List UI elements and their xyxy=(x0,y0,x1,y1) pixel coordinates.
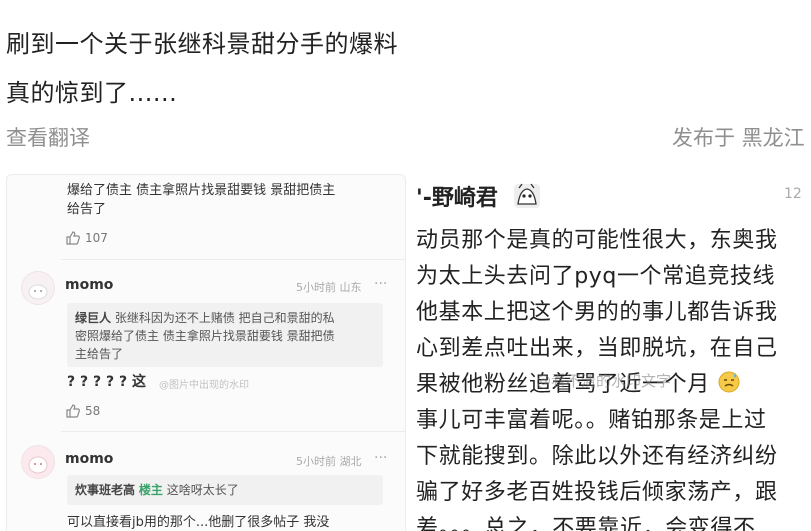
author-name: '-野崎君 xyxy=(416,180,542,216)
divider xyxy=(61,259,405,260)
article-line: 下就能搜到。除此以外还有经济纠纷 xyxy=(416,444,778,469)
quoted-username: 炊事班老高 xyxy=(75,483,136,497)
article-line: 心到差点吐出来，当即脱坑，在自己 xyxy=(416,336,778,361)
top-comment-like[interactable]: 107 xyxy=(65,230,108,246)
comment-like[interactable]: 58 xyxy=(65,403,100,419)
comments-screenshot: 爆给了债主 债主拿照片找景甜要钱 景甜把债主 给告了 107 momo 5小时前… xyxy=(6,174,406,531)
post-time: 12 xyxy=(784,186,802,202)
divider xyxy=(61,431,405,432)
thumbs-up-icon xyxy=(65,230,81,246)
article-line: 为太上头去问了pyq一个常追竞技线 xyxy=(416,264,776,289)
avatar-icon[interactable] xyxy=(21,271,55,305)
article-line: 事儿可丰富着呢。。赌铂那条是上过 xyxy=(416,408,767,433)
comment-reply-text: ? ? ? ? ? 这 xyxy=(67,374,146,390)
quoted-comment: 绿巨人 张继科因为还不上赌债 把自己和景甜的私 密照爆给了债主 债主拿照片找景甜… xyxy=(67,303,383,367)
watermark-text: @看不清的水印文字 xyxy=(536,372,672,390)
post-text-line-1: 刷到一个关于张继科景甜分手的爆料 xyxy=(6,30,398,58)
sweat-emoji-icon xyxy=(717,370,741,400)
article-line: 差。。。总之，不要靠近，会变得不 xyxy=(416,516,756,531)
article-line: 他基本上把这个男的的事儿都告诉我 xyxy=(416,300,778,325)
watermark-text: @图片中出现的水印 xyxy=(159,380,249,391)
quoted-text-line-3: 主给告了 xyxy=(75,347,124,361)
post-text-line-2: 真的惊到了...... xyxy=(6,79,178,107)
avatar-icon[interactable] xyxy=(21,445,55,479)
comment-meta: 5小时前 山东 xyxy=(296,281,362,294)
top-comment-text-line-1: 爆给了债主 债主拿照片找景甜要钱 景甜把债主 xyxy=(67,183,336,198)
like-count: 58 xyxy=(85,404,101,418)
cartoon-avatar-icon xyxy=(512,182,542,216)
quoted-text-line-1: 这啥呀太长了 xyxy=(166,483,239,497)
quoted-comment: 炊事班老高 楼主 这啥呀太长了 xyxy=(67,475,383,505)
more-dots-icon[interactable]: ··· xyxy=(374,450,387,466)
author-name-text: '-野崎君 xyxy=(416,186,498,211)
comment-username[interactable]: momo xyxy=(65,451,113,467)
op-badge: 楼主 xyxy=(138,483,163,497)
top-comment-text-line-2: 给告了 xyxy=(67,202,107,217)
article-line: 动员那个是真的可能性很大，东奥我 xyxy=(416,228,778,253)
comment-meta: 5小时前 湖北 xyxy=(296,455,362,468)
quoted-username: 绿巨人 xyxy=(75,311,112,325)
post-page: 刷到一个关于张继科景甜分手的爆料 真的惊到了...... 查看翻译 发布于 黑龙… xyxy=(0,0,811,531)
comment-reply-text: 可以直接看jb用的那个...他删了很多帖子 我没 xyxy=(67,515,330,530)
thumbs-up-icon xyxy=(65,403,81,419)
like-count: 107 xyxy=(85,231,108,245)
published-location: 发布于 黑龙江 xyxy=(672,126,805,150)
quoted-text-line-2: 密照爆给了债主 债主拿照片找景甜要钱 景甜把债 xyxy=(75,329,335,343)
article-screenshot: '-野崎君 12 动员那个是真的可能性很大，东奥我 为太上头去问了pyq一个常追… xyxy=(408,174,811,531)
article-line: 骗了好多老百姓投钱后倾家荡产，跟 xyxy=(416,480,778,505)
view-translation-link[interactable]: 查看翻译 xyxy=(6,122,90,152)
quoted-text-line-1: 张继科因为还不上赌债 把自己和景甜的私 xyxy=(114,311,335,325)
more-dots-icon[interactable]: ··· xyxy=(374,276,387,292)
comment-username[interactable]: momo xyxy=(65,277,113,293)
